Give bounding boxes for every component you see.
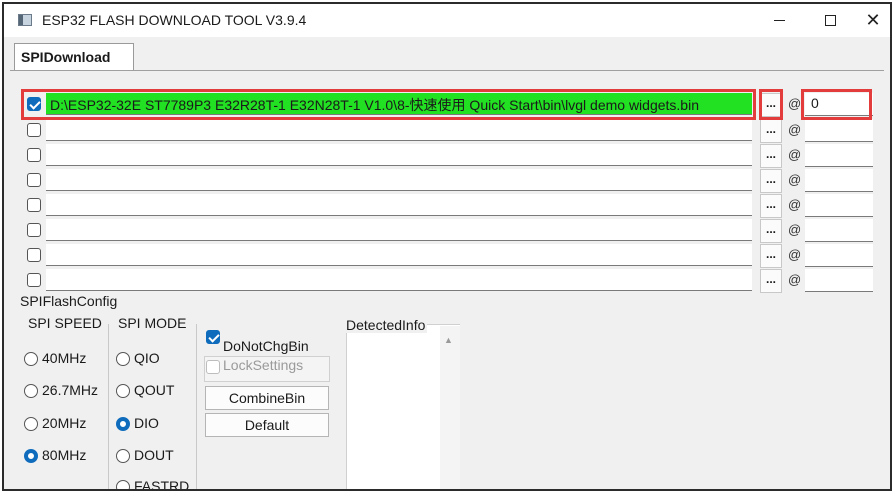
row-enable-checkbox[interactable] [27, 273, 41, 287]
radio-qio-label: QIO [134, 350, 160, 366]
at-icon: @ [788, 147, 802, 162]
app-icon [18, 14, 32, 26]
radio-dout[interactable] [116, 449, 130, 463]
tab-strip: SPIDownload [4, 37, 890, 71]
row-enable-checkbox[interactable] [27, 198, 41, 212]
donotchgbin-label: DoNotChgBin [223, 338, 309, 354]
highlight-offset-box [801, 89, 872, 120]
donotchgbin-checkbox[interactable] [206, 330, 220, 344]
bin-path-input[interactable] [46, 119, 752, 141]
row-enable-checkbox[interactable] [27, 123, 41, 137]
offset-input[interactable] [805, 144, 873, 167]
highlight-path-box [21, 89, 756, 120]
highlight-browse-box [759, 89, 783, 120]
app-window: ESP32 FLASH DOWNLOAD TOOL V3.9.4 ✕ SPIDo… [2, 2, 892, 491]
browse-button[interactable]: ... [760, 169, 782, 193]
offset-input[interactable] [805, 219, 873, 242]
scroll-up-icon[interactable]: ▲ [444, 335, 453, 345]
download-row: ... @ [10, 143, 884, 168]
detected-info-scrollbar[interactable] [440, 326, 460, 489]
combinebin-button[interactable]: CombineBin [205, 386, 329, 410]
at-icon: @ [788, 172, 802, 187]
offset-input[interactable] [805, 119, 873, 142]
at-icon: @ [788, 222, 802, 237]
minimize-button[interactable] [756, 4, 802, 37]
radio-dout-label: DOUT [134, 447, 174, 463]
spi-flash-config-title: SPIFlashConfig [20, 293, 118, 309]
radio-qout[interactable] [116, 384, 130, 398]
radio-fastrd-label: FASTRD [134, 478, 190, 491]
browse-button[interactable]: ... [760, 244, 782, 268]
bin-path-input[interactable] [46, 269, 752, 291]
at-icon: @ [788, 197, 802, 212]
at-icon: @ [788, 122, 802, 137]
divider [10, 70, 884, 71]
offset-input[interactable] [805, 169, 873, 192]
radio-dio[interactable] [116, 417, 130, 431]
close-button[interactable]: ✕ [850, 4, 890, 37]
locksettings-checkbox[interactable] [206, 360, 220, 374]
group-divider [196, 324, 197, 489]
radio-20mhz[interactable] [24, 417, 38, 431]
radio-dio-label: DIO [134, 415, 159, 431]
radio-26-7mhz[interactable] [24, 384, 38, 398]
download-row: ... @ [10, 268, 884, 293]
at-icon: @ [788, 247, 802, 262]
row-enable-checkbox[interactable] [27, 148, 41, 162]
maximize-button[interactable] [807, 4, 853, 37]
bin-path-input[interactable] [46, 194, 752, 216]
download-row: ... @ [10, 193, 884, 218]
close-icon: ✕ [865, 10, 881, 30]
download-row: ... @ [10, 168, 884, 193]
radio-qout-label: QOUT [134, 382, 175, 398]
group-divider [108, 324, 109, 489]
browse-button[interactable]: ... [760, 194, 782, 218]
spi-mode-label: SPI MODE [118, 315, 187, 331]
radio-qio[interactable] [116, 352, 130, 366]
bin-path-input[interactable] [46, 169, 752, 191]
row-enable-checkbox[interactable] [27, 223, 41, 237]
at-icon: @ [788, 272, 802, 287]
row-enable-checkbox[interactable] [27, 248, 41, 262]
radio-20mhz-label: 20MHz [42, 415, 87, 431]
browse-button[interactable]: ... [760, 269, 782, 293]
offset-input[interactable] [805, 194, 873, 217]
spi-speed-label: SPI SPEED [28, 315, 102, 331]
radio-40mhz-label: 40MHz [42, 350, 87, 366]
browse-button[interactable]: ... [760, 219, 782, 243]
bin-path-input[interactable] [46, 144, 752, 166]
detected-info-title: DetectedInfo [344, 317, 428, 333]
radio-26-7mhz-label: 26.7MHz [42, 382, 99, 398]
minimize-icon [773, 19, 785, 22]
title-bar: ESP32 FLASH DOWNLOAD TOOL V3.9.4 ✕ [4, 4, 890, 37]
browse-button[interactable]: ... [760, 144, 782, 168]
radio-40mhz[interactable] [24, 352, 38, 366]
row-enable-checkbox[interactable] [27, 173, 41, 187]
maximize-icon [824, 15, 836, 26]
browse-button[interactable]: ... [760, 119, 782, 143]
radio-80mhz[interactable] [24, 449, 38, 463]
offset-input[interactable] [805, 269, 873, 292]
offset-input[interactable] [805, 244, 873, 267]
radio-80mhz-label: 80MHz [42, 447, 87, 463]
tab-spidownload[interactable]: SPIDownload [14, 43, 134, 71]
default-button[interactable]: Default [205, 413, 329, 437]
radio-fastrd[interactable] [116, 480, 130, 489]
download-row: ... @ [10, 243, 884, 268]
bin-path-input[interactable] [46, 244, 752, 266]
bin-path-input[interactable] [46, 219, 752, 241]
locksettings-label: LockSettings [223, 357, 304, 373]
download-row: ... @ [10, 118, 884, 143]
at-icon: @ [788, 96, 802, 111]
window-title: ESP32 FLASH DOWNLOAD TOOL V3.9.4 [42, 12, 307, 28]
download-row: ... @ [10, 218, 884, 243]
